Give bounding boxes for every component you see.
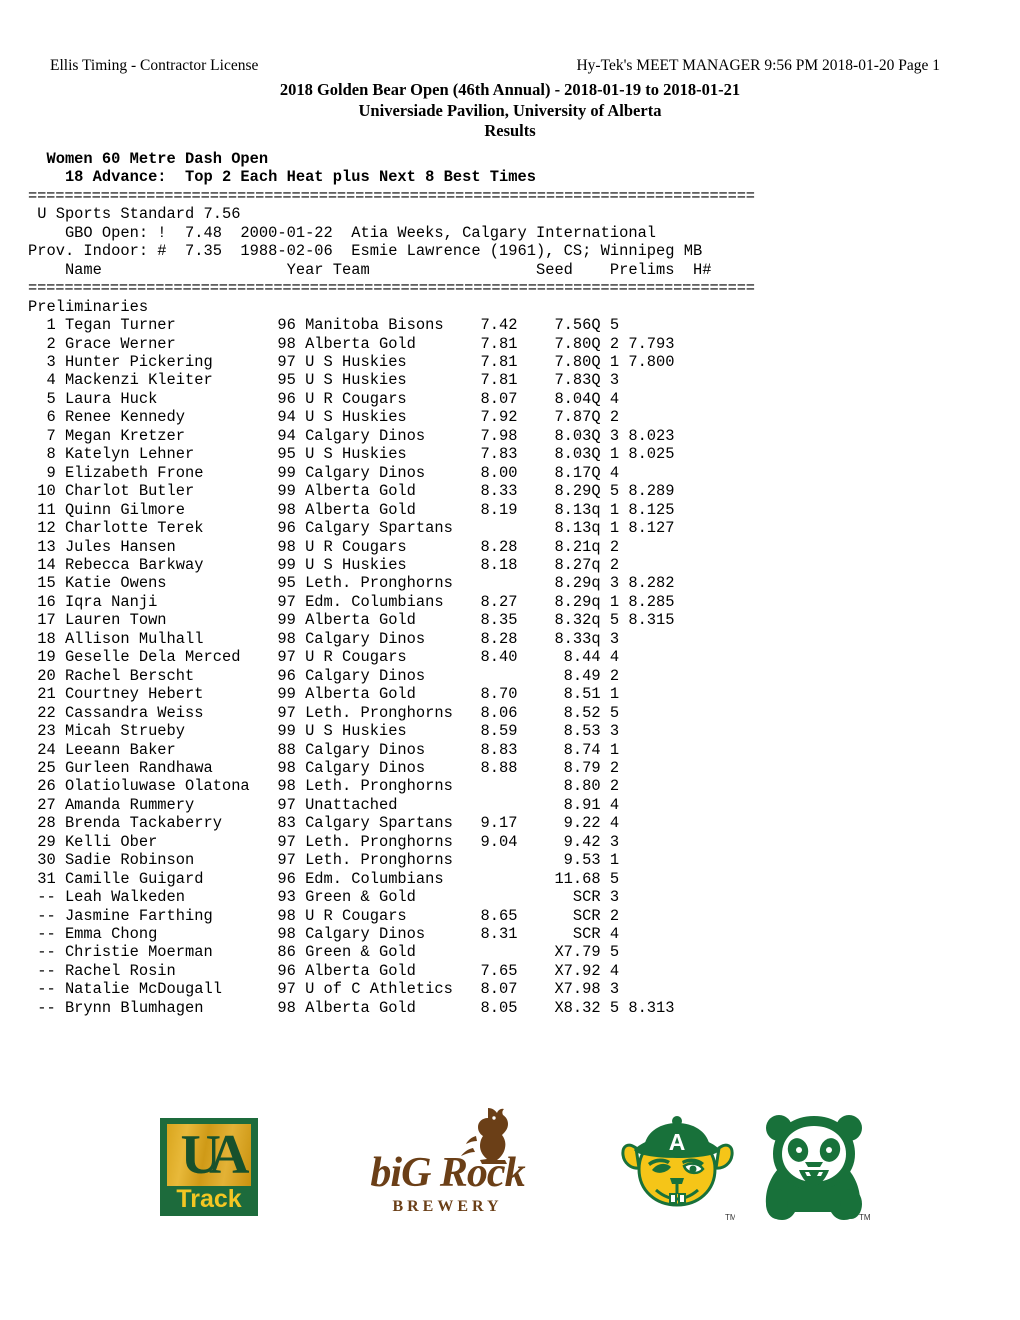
timing-company-label: Ellis Timing - Contractor License bbox=[50, 57, 259, 74]
result-row: 13 Jules Hansen 98 U R Cougars 8.28 8.21… bbox=[28, 537, 620, 556]
result-row: 27 Amanda Rummery 97 Unattached 8.91 4 bbox=[28, 795, 620, 814]
result-row: 11 Quinn Gilmore 98 Alberta Gold 8.19 8.… bbox=[28, 500, 675, 519]
document-header: Ellis Timing - Contractor License Hy-Tek… bbox=[50, 56, 940, 78]
panda-mascot-icon: TM bbox=[765, 1115, 871, 1222]
result-row: 21 Courtney Hebert 99 Alberta Gold 8.70 … bbox=[28, 685, 620, 704]
result-row: 1 Tegan Turner 96 Manitoba Bisons 7.42 7… bbox=[28, 316, 620, 335]
pandas-logo: TM bbox=[755, 1108, 873, 1226]
result-row: -- Christie Moerman 86 Green & Gold X7.7… bbox=[28, 943, 620, 962]
result-row: -- Jasmine Farthing 98 U R Cougars 8.65 … bbox=[28, 906, 620, 925]
bear-cap-letter: A bbox=[669, 1129, 686, 1155]
standard-line: U Sports Standard 7.56 bbox=[28, 205, 241, 224]
column-header-line: Name Year Team Seed Prelims H# bbox=[28, 260, 712, 279]
result-row: 2 Grace Werner 98 Alberta Gold 7.81 7.80… bbox=[28, 334, 675, 353]
result-row: 28 Brenda Tackaberry 83 Calgary Spartans… bbox=[28, 814, 620, 833]
section-label-line: Preliminaries bbox=[28, 297, 149, 316]
big-rock-brewery-logo: biG Rock BREWERY bbox=[340, 1106, 555, 1226]
result-row: 23 Micah Strueby 99 U S Huskies 8.59 8.5… bbox=[28, 722, 620, 741]
ua-monogram: UA bbox=[180, 1124, 250, 1186]
result-row: 12 Charlotte Terek 96 Calgary Spartans 8… bbox=[28, 519, 675, 538]
result-row: 17 Lauren Town 99 Alberta Gold 8.35 8.32… bbox=[28, 611, 675, 630]
result-row: 29 Kelli Ober 97 Leth. Pronghorns 9.04 9… bbox=[28, 832, 620, 851]
big-rock-wordmark: biG Rock bbox=[370, 1150, 525, 1196]
result-row: -- Leah Walkeden 93 Green & Gold SCR 3 bbox=[28, 888, 620, 907]
meet-name: 2018 Golden Bear Open (46th Annual) - 20… bbox=[279, 80, 741, 99]
panda-trademark: TM bbox=[859, 1213, 871, 1222]
result-row: 8 Katelyn Lehner 95 U S Huskies 7.83 8.0… bbox=[28, 445, 675, 464]
report-body: Women 60 Metre Dash Open 18 Advance: Top… bbox=[28, 150, 755, 1017]
result-row: 5 Laura Huck 96 U R Cougars 8.07 8.04Q 4 bbox=[28, 389, 620, 408]
golden-bears-logo: A TM bbox=[620, 1108, 737, 1226]
result-row: -- Brynn Blumhagen 98 Alberta Gold 8.05 … bbox=[28, 998, 675, 1017]
result-row: -- Rachel Rosin 96 Alberta Gold 7.65 X7.… bbox=[28, 961, 620, 980]
result-row: 30 Sadie Robinson 97 Leth. Pronghorns 9.… bbox=[28, 851, 620, 870]
ua-gold-panel: UA bbox=[167, 1124, 251, 1186]
result-row: 9 Elizabeth Frone 99 Calgary Dinos 8.00 … bbox=[28, 463, 620, 482]
separator-line-mid: ========================================… bbox=[28, 279, 755, 298]
meet-manager-stamp: Hy-Tek's MEET MANAGER 9:56 PM 2018-01-20… bbox=[576, 57, 940, 74]
golden-bear-mascot-icon: A TM bbox=[621, 1116, 737, 1222]
ua-track-word: Track bbox=[176, 1185, 242, 1213]
result-row: 6 Renee Kennedy 94 U S Huskies 7.92 7.87… bbox=[28, 408, 620, 427]
result-row: 16 Iqra Nanji 97 Edm. Columbians 8.27 8.… bbox=[28, 592, 675, 611]
report-type: Results bbox=[484, 121, 536, 140]
record-line: Prov. Indoor: # 7.35 1988-02-06 Esmie La… bbox=[28, 242, 703, 261]
sponsor-logo-strip: UA Track biG Rock BREWERY A TM TM bbox=[0, 1098, 1020, 1243]
result-row: 24 Leeann Baker 88 Calgary Dinos 8.83 8.… bbox=[28, 740, 620, 759]
result-row: 14 Rebecca Barkway 99 U S Huskies 8.18 8… bbox=[28, 555, 620, 574]
record-line: GBO Open: ! 7.48 2000-01-22 Atia Weeks, … bbox=[28, 223, 657, 242]
big-rock-brewery-word: BREWERY bbox=[392, 1198, 503, 1215]
ua-track-logo: UA Track bbox=[160, 1118, 258, 1216]
result-row: 10 Charlot Butler 99 Alberta Gold 8.33 8… bbox=[28, 482, 675, 501]
result-row: 3 Hunter Pickering 97 U S Huskies 7.81 7… bbox=[28, 352, 675, 371]
bear-trademark: TM bbox=[725, 1213, 735, 1222]
event-name-line: Women 60 Metre Dash Open bbox=[28, 150, 269, 168]
result-row: -- Emma Chong 98 Calgary Dinos 8.31 SCR … bbox=[28, 925, 620, 944]
result-row: -- Natalie McDougall 97 U of C Athletics… bbox=[28, 980, 620, 999]
result-row: 25 Gurleen Randhawa 98 Calgary Dinos 8.8… bbox=[28, 758, 620, 777]
meet-title-block: 2018 Golden Bear Open (46th Annual) - 20… bbox=[0, 80, 1020, 142]
result-row: 4 Mackenzi Kleiter 95 U S Huskies 7.81 7… bbox=[28, 371, 620, 390]
result-row: 18 Allison Mulhall 98 Calgary Dinos 8.28… bbox=[28, 629, 620, 648]
result-row: 19 Geselle Dela Merced 97 U R Cougars 8.… bbox=[28, 648, 620, 667]
meet-venue: Universiade Pavilion, University of Albe… bbox=[358, 100, 662, 120]
result-row: 22 Cassandra Weiss 97 Leth. Pronghorns 8… bbox=[28, 703, 620, 722]
result-row: 31 Camille Guigard 96 Edm. Columbians 11… bbox=[28, 869, 620, 888]
result-row: 15 Katie Owens 95 Leth. Pronghorns 8.29q… bbox=[28, 574, 675, 593]
result-row: 26 Olatioluwase Olatona 98 Leth. Prongho… bbox=[28, 777, 620, 796]
separator-line-top: ========================================… bbox=[28, 186, 755, 205]
results-page: Ellis Timing - Contractor License Hy-Tek… bbox=[0, 0, 1020, 1320]
advance-rule-line: 18 Advance: Top 2 Each Heat plus Next 8 … bbox=[28, 168, 536, 187]
result-row: 7 Megan Kretzer 94 Calgary Dinos 7.98 8.… bbox=[28, 426, 675, 445]
result-row: 20 Rachel Berscht 96 Calgary Dinos 8.49 … bbox=[28, 666, 620, 685]
